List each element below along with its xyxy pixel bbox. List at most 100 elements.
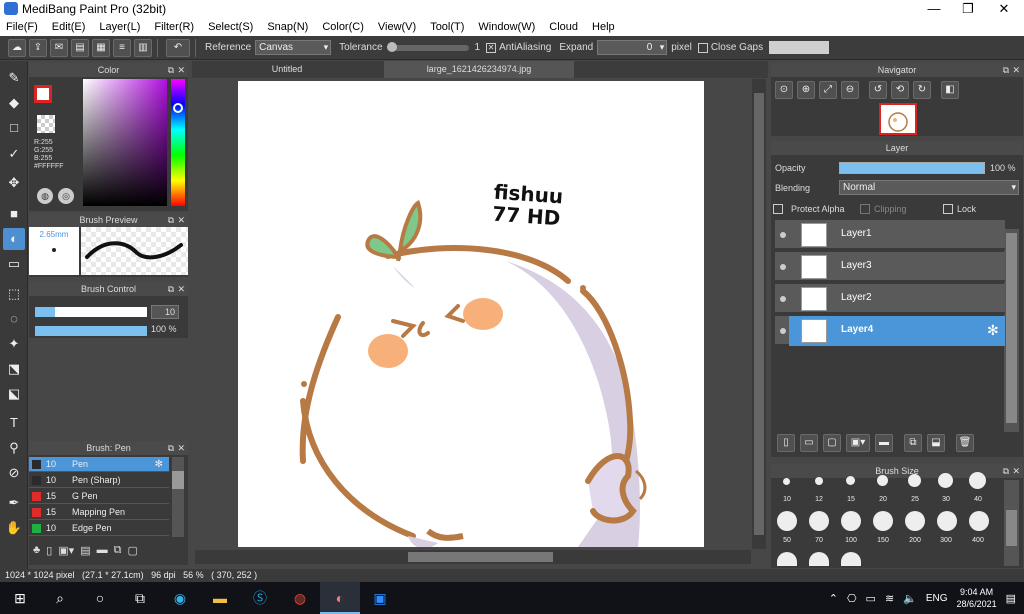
eraser-tool-icon[interactable]: ◆ xyxy=(3,92,25,114)
layer-row-layer2[interactable]: Layer2 xyxy=(775,284,1005,314)
hue-handle[interactable] xyxy=(173,103,183,113)
blending-select[interactable]: Normal xyxy=(839,180,1019,195)
saturation-value-picker[interactable] xyxy=(83,79,167,206)
flip-icon[interactable]: ◧ xyxy=(941,81,959,99)
menu-color[interactable]: Color(C) xyxy=(322,21,364,33)
tolerance-slider-handle[interactable] xyxy=(386,41,397,52)
select-pen-tool-icon[interactable]: ⬔ xyxy=(3,358,25,380)
text-tool-icon[interactable]: T xyxy=(3,412,25,434)
language-indicator[interactable]: ENG xyxy=(926,593,948,604)
new-layer-icon[interactable]: ▯ xyxy=(777,434,795,452)
search-icon[interactable]: ⌕ xyxy=(40,582,80,614)
size-preset-dot[interactable] xyxy=(777,511,797,531)
list-icon[interactable]: ≡ xyxy=(113,38,131,57)
chrome-icon[interactable]: ◍ xyxy=(280,582,320,614)
hue-slider[interactable] xyxy=(171,79,185,206)
cloud-icon[interactable]: ☁ xyxy=(8,38,26,57)
layer-row-layer3[interactable]: Layer3 xyxy=(775,252,1005,282)
layer-row-layer4[interactable]: Layer4 ✻ xyxy=(775,316,1005,346)
brush-item-g-pen[interactable]: 15 G Pen xyxy=(29,489,169,504)
divide-tool-icon[interactable]: ⚲ xyxy=(3,437,25,459)
size-preset-dot[interactable] xyxy=(777,552,797,566)
size-preset-dot[interactable] xyxy=(846,476,855,485)
maximize-button[interactable]: ❐ xyxy=(950,0,986,18)
brush-item-mapping-pen[interactable]: 15 Mapping Pen xyxy=(29,505,169,520)
magic-wand-icon[interactable]: ✦ xyxy=(3,333,25,355)
navigator-thumbnail[interactable] xyxy=(879,103,917,135)
comment-icon[interactable]: ✉ xyxy=(50,38,68,57)
tray-wifi-icon[interactable]: ≋ xyxy=(885,592,894,605)
merge-layer-icon[interactable]: ⬓ xyxy=(927,434,945,452)
brush-size-scroll-thumb[interactable] xyxy=(1006,510,1017,546)
task-view-icon[interactable]: ⧉ xyxy=(120,582,160,614)
layer-settings-gear-icon[interactable]: ✻ xyxy=(987,322,999,339)
size-preset-dot[interactable] xyxy=(908,474,921,487)
tray-meet-icon[interactable]: ⎔ xyxy=(847,592,857,605)
brush-tool-icon[interactable]: ✎ xyxy=(3,67,25,89)
notification-icon[interactable]: ▤ xyxy=(1006,592,1016,605)
zoom-app-icon[interactable]: ▣ xyxy=(360,582,400,614)
brush-item-edge-pen[interactable]: 10 Edge Pen xyxy=(29,521,169,536)
size-preset-dot[interactable] xyxy=(815,477,823,485)
minimize-button[interactable]: — xyxy=(916,0,952,18)
undock-icon[interactable]: ⧉ xyxy=(168,63,174,77)
menu-help[interactable]: Help xyxy=(592,21,615,33)
protect-alpha-checkbox[interactable] xyxy=(773,204,783,214)
select-eraser-icon[interactable]: ⬕ xyxy=(3,383,25,405)
share-icon[interactable]: ⇪ xyxy=(29,38,47,57)
size-preset-dot[interactable] xyxy=(937,511,957,531)
dot-tool-icon[interactable]: □ xyxy=(3,117,25,139)
clipping-checkbox[interactable] xyxy=(860,204,870,214)
add-layer-dropdown-icon[interactable]: ▣▾ xyxy=(846,434,870,452)
layer-row-layer1[interactable]: Layer1 xyxy=(775,220,1005,250)
menu-view[interactable]: View(V) xyxy=(378,21,416,33)
size-preset-dot[interactable] xyxy=(809,511,829,531)
add-brush-icon[interactable]: ▣▾ xyxy=(58,544,74,557)
menu-cloud[interactable]: Cloud xyxy=(549,21,578,33)
layer-scrollbar[interactable] xyxy=(1004,229,1019,432)
menu-tool[interactable]: Tool(T) xyxy=(430,21,464,33)
cortana-icon[interactable]: ○ xyxy=(80,582,120,614)
panel-icon[interactable]: ▤ xyxy=(71,38,89,57)
size-preset-dot[interactable] xyxy=(841,511,861,531)
size-preset-dot[interactable] xyxy=(809,552,829,566)
panel-close-icon[interactable]: ✕ xyxy=(1012,464,1020,478)
brush-size-value[interactable]: 10 xyxy=(151,305,179,319)
zoom-out-icon[interactable]: ⊖ xyxy=(841,81,859,99)
tray-volume-icon[interactable]: 🔈 xyxy=(903,592,917,605)
close-button[interactable]: ✕ xyxy=(986,0,1022,18)
menu-filter[interactable]: Filter(R) xyxy=(154,21,194,33)
foreground-color-swatch[interactable] xyxy=(34,85,52,103)
hand-tool-icon[interactable]: ✋ xyxy=(3,517,25,539)
antialiasing-checkbox[interactable]: ✕ xyxy=(486,42,497,53)
panel-close-icon[interactable]: ✕ xyxy=(177,282,185,296)
size-preset-dot[interactable] xyxy=(969,511,989,531)
canvas-vertical-scrollbar[interactable] xyxy=(752,79,766,549)
select-pen-icon[interactable]: ✓ xyxy=(3,143,25,165)
edge-icon[interactable]: ◉ xyxy=(160,582,200,614)
brush-size-slider[interactable] xyxy=(35,307,147,317)
size-preset-dot[interactable] xyxy=(841,552,861,566)
color-history-icon[interactable]: ◎ xyxy=(58,188,74,204)
reset-view-icon[interactable]: ⟲ xyxy=(891,81,909,99)
panel-close-icon[interactable]: ✕ xyxy=(177,213,185,227)
visibility-eye-icon[interactable] xyxy=(780,232,786,238)
panel-close-icon[interactable]: ✕ xyxy=(177,63,185,77)
brush-item-pen[interactable]: 10 Pen ✻ xyxy=(29,457,169,472)
brush-cloud-icon[interactable]: ♣ xyxy=(33,544,40,557)
menu-window[interactable]: Window(W) xyxy=(478,21,535,33)
visibility-eye-icon[interactable] xyxy=(780,264,786,270)
panel-close-icon[interactable]: ✕ xyxy=(1012,63,1020,77)
close-gaps-checkbox[interactable] xyxy=(697,42,708,53)
tray-display-icon[interactable]: ▭ xyxy=(866,592,876,605)
menu-select[interactable]: Select(S) xyxy=(208,21,253,33)
delete-layer-icon[interactable]: 🗑 xyxy=(956,434,974,452)
new-layer-8bit-icon[interactable]: ▭ xyxy=(800,434,818,452)
canvas-horizontal-scrollbar[interactable] xyxy=(195,550,751,564)
size-preset-dot[interactable] xyxy=(938,473,953,488)
size-preset-dot[interactable] xyxy=(969,472,986,489)
menu-snap[interactable]: Snap(N) xyxy=(267,21,308,33)
transparent-color-icon[interactable] xyxy=(37,115,55,133)
layers-icon[interactable]: ▥ xyxy=(134,38,152,57)
undock-icon[interactable]: ⧉ xyxy=(168,441,174,455)
